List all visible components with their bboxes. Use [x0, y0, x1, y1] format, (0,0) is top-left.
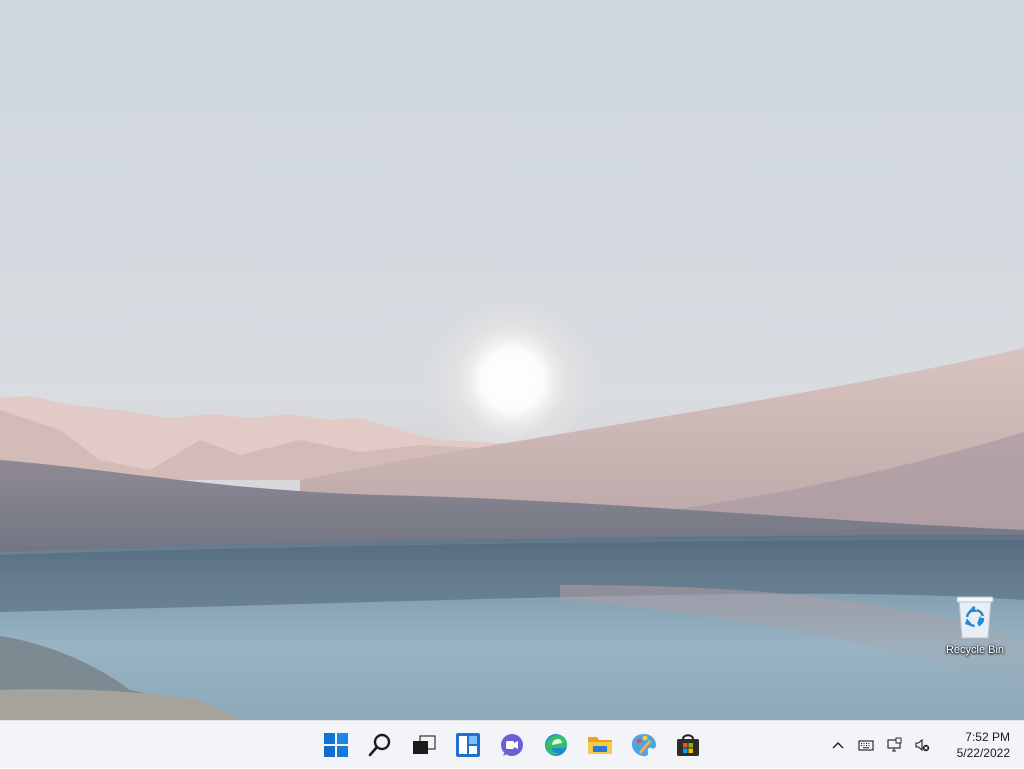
network-button[interactable] — [880, 729, 908, 761]
chat-button[interactable] — [492, 725, 532, 765]
edge-button[interactable] — [536, 725, 576, 765]
desktop-icon-recycle-bin[interactable]: Recycle Bin — [940, 594, 1010, 664]
task-view-icon — [413, 735, 436, 754]
teams-chat-icon — [501, 734, 523, 756]
task-view-button[interactable] — [404, 725, 444, 765]
file-explorer-icon — [588, 737, 612, 754]
widgets-button[interactable] — [448, 725, 488, 765]
clock[interactable]: 7:52 PM 5/22/2022 — [946, 729, 1010, 761]
paint-button[interactable] — [624, 725, 664, 765]
clock-date: 5/22/2022 — [956, 746, 1010, 760]
windows-start-icon — [324, 733, 348, 757]
desktop-icon-label: Recycle Bin — [945, 644, 1005, 656]
chevron-up-icon — [832, 742, 844, 749]
search-button[interactable] — [360, 725, 400, 765]
wallpaper — [0, 290, 1024, 720]
network-icon — [887, 737, 902, 752]
taskbar: 7:52 PM 5/22/2022 — [0, 720, 1024, 768]
volume-button[interactable] — [908, 729, 936, 761]
volume-muted-icon — [915, 738, 930, 752]
system-tray: 7:52 PM 5/22/2022 — [824, 721, 1010, 769]
edge-browser-icon — [545, 734, 567, 756]
paint-icon — [632, 734, 656, 757]
clock-time: 7:52 PM — [965, 730, 1010, 744]
microsoft-store-icon — [677, 734, 699, 756]
desktop[interactable]: Recycle Bin — [0, 0, 1024, 720]
store-button[interactable] — [668, 725, 708, 765]
taskbar-apps — [314, 721, 710, 769]
file-explorer-button[interactable] — [580, 725, 620, 765]
input-indicator-button[interactable] — [852, 729, 880, 761]
show-hidden-icons-button[interactable] — [824, 729, 852, 761]
recycle-bin-icon — [956, 596, 994, 639]
keyboard-icon — [858, 740, 874, 751]
search-icon — [368, 733, 391, 757]
widgets-icon — [456, 733, 480, 757]
start-button[interactable] — [316, 725, 356, 765]
